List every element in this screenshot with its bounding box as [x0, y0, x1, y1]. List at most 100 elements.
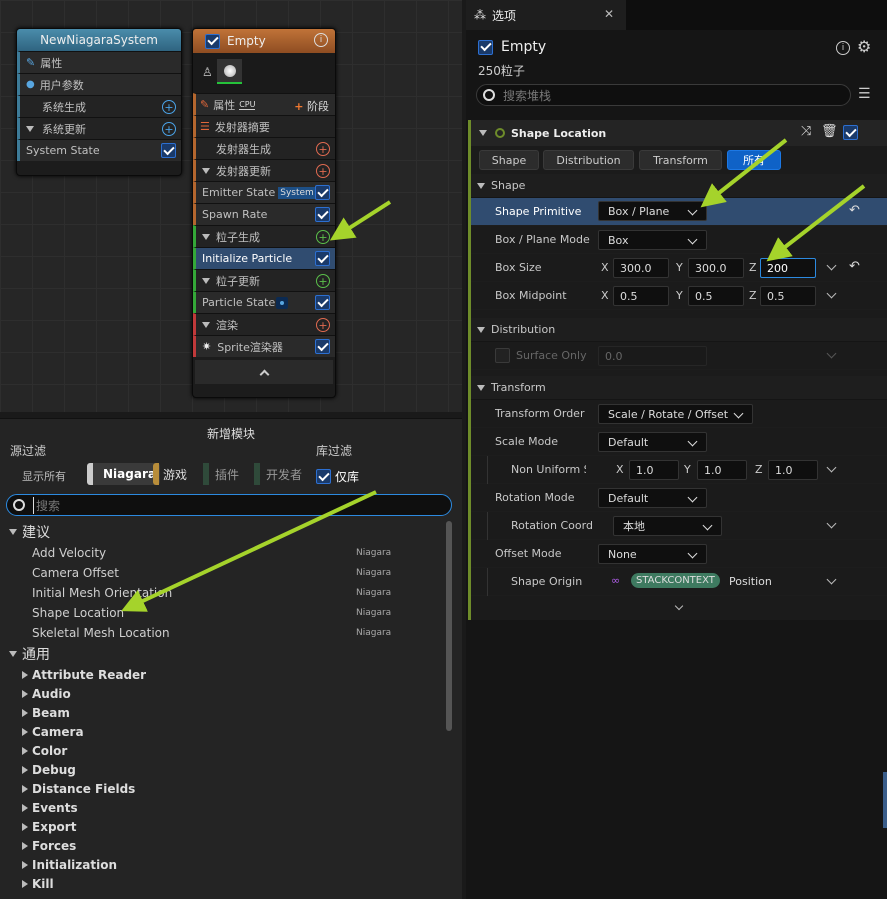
box-plane-mode-dropdown[interactable]: Box — [598, 230, 707, 250]
suggested-module-item[interactable]: Add Velocity Niagara — [6, 543, 452, 563]
chevron-down-icon[interactable] — [826, 288, 837, 299]
emitter-update-row[interactable]: 发射器更新 + — [193, 159, 335, 181]
filter-plugin[interactable]: 插件 — [203, 463, 243, 485]
transform-order-dropdown[interactable]: Scale / Rotate / Offset — [598, 404, 753, 424]
panel-scrollbar[interactable] — [883, 772, 887, 828]
reset-icon[interactable]: ↶ — [849, 259, 860, 274]
add-renderer-icon[interactable]: + — [316, 318, 330, 332]
shuffle-icon[interactable]: ⤨ — [801, 124, 811, 139]
non-uniform-z-field[interactable]: 1.0 — [768, 460, 818, 480]
box-midpoint-row[interactable]: Box Midpoint X 0.5 Y 0.5 Z 0.5 — [471, 282, 887, 310]
rotation-mode-row[interactable]: Rotation Mode Default — [471, 484, 887, 512]
chevron-down-icon[interactable] — [826, 260, 837, 271]
reset-icon[interactable]: ↶ — [849, 203, 860, 218]
collapse-icon[interactable] — [26, 125, 34, 132]
collapse-icon[interactable] — [202, 321, 210, 328]
emitter-state-row[interactable]: Emitter State System — [193, 181, 335, 203]
transform-section[interactable]: Transform — [471, 376, 887, 400]
spawn-rate-checkbox[interactable] — [315, 207, 330, 222]
system-spawn-row[interactable]: 系统生成 + — [17, 95, 181, 117]
expand-more-button[interactable] — [471, 596, 887, 616]
render-row[interactable]: 渲染 + — [193, 313, 335, 335]
module-list-scrollbar[interactable] — [446, 521, 452, 731]
category-item[interactable]: Events — [6, 798, 452, 817]
add-particle-update-icon[interactable]: + — [316, 274, 330, 288]
category-item[interactable]: Forces — [6, 836, 452, 855]
add-emitter-spawn-icon[interactable]: + — [316, 142, 330, 156]
box-midpoint-y-field[interactable]: 0.5 — [688, 286, 744, 306]
suggested-module-item[interactable]: Shape Location Niagara — [6, 603, 452, 623]
filter-icon[interactable]: ☰ — [858, 86, 871, 102]
category-item[interactable]: Audio — [6, 684, 452, 703]
suggested-module-item[interactable]: Camera Offset Niagara — [6, 563, 452, 583]
chevron-down-icon[interactable] — [826, 518, 837, 529]
module-search-input[interactable]: 搜索 — [33, 496, 60, 514]
box-plane-mode-row[interactable]: Box / Plane Mode Box — [471, 226, 887, 254]
collapse-icon[interactable] — [202, 233, 210, 240]
system-update-row[interactable]: 系统更新 + — [17, 117, 181, 139]
emitter-state-checkbox[interactable] — [315, 185, 330, 200]
emitter-thumbnail[interactable] — [217, 59, 242, 84]
filter-niagara[interactable]: Niagara — [87, 463, 160, 485]
tab-distribution[interactable]: Distribution — [543, 150, 634, 170]
distribution-section[interactable]: Distribution — [471, 318, 887, 342]
filter-show-all[interactable]: 显示所有 — [22, 468, 66, 484]
only-library-toggle[interactable]: 仅库 — [316, 468, 359, 485]
only-library-checkbox[interactable] — [316, 469, 331, 484]
box-size-row[interactable]: Box Size X 300.0 Y 300.0 Z 200 ↶ — [471, 254, 887, 282]
category-item[interactable]: Initialization — [6, 855, 452, 874]
system-state-checkbox[interactable] — [161, 143, 176, 158]
add-system-spawn-icon[interactable]: + — [162, 100, 176, 114]
emitter-enable-checkbox[interactable] — [205, 33, 220, 49]
suggested-module-item[interactable]: Initial Mesh Orientation Niagara — [6, 583, 452, 603]
non-uniform-scale-row[interactable]: Non Uniform S X 1.0 Y 1.0 Z 1.0 — [471, 456, 887, 484]
category-item[interactable]: Kill — [6, 874, 452, 893]
offset-mode-row[interactable]: Offset Mode None — [471, 540, 887, 568]
offset-mode-dropdown[interactable]: None — [598, 544, 707, 564]
tab-options[interactable]: ⁂ 选项 ✕ — [466, 0, 626, 30]
category-item[interactable]: Beam — [6, 703, 452, 722]
module-enabled-checkbox[interactable] — [843, 125, 858, 140]
shape-primitive-row[interactable]: Shape Primitive Box / Plane ↶ — [471, 198, 887, 226]
collapse-icon[interactable] — [202, 167, 210, 174]
box-midpoint-z-field[interactable]: 0.5 — [760, 286, 816, 306]
stack-search-box[interactable]: 搜索堆栈 — [476, 84, 851, 106]
shape-section[interactable]: Shape — [471, 174, 887, 198]
particle-update-row[interactable]: 粒子更新 + — [193, 269, 335, 291]
box-size-x-field[interactable]: 300.0 — [613, 258, 669, 278]
collapse-icon[interactable] — [479, 130, 487, 136]
suggested-header[interactable]: 建议 — [6, 521, 452, 543]
emitter-spawn-row[interactable]: 发射器生成 + — [193, 137, 335, 159]
rotation-mode-dropdown[interactable]: Default — [598, 488, 707, 508]
emitter-summary-row[interactable]: ☰ 发射器摘要 — [193, 115, 335, 137]
add-stage-button[interactable]: + 阶段 — [294, 98, 329, 114]
non-uniform-x-field[interactable]: 1.0 — [629, 460, 679, 480]
initialize-particle-row[interactable]: Initialize Particle — [193, 247, 335, 269]
module-search-box[interactable]: 搜索 — [6, 494, 452, 516]
emitter-properties-row[interactable]: ✎ 属性 CPU + 阶段 — [193, 93, 335, 115]
add-emitter-update-icon[interactable]: + — [316, 164, 330, 178]
box-size-y-field[interactable]: 300.0 — [688, 258, 744, 278]
close-tab-icon[interactable]: ✕ — [604, 7, 614, 21]
chevron-down-icon[interactable] — [826, 574, 837, 585]
system-properties-row[interactable]: ✎ 属性 — [17, 51, 181, 73]
filter-developer[interactable]: 开发者 — [254, 463, 306, 485]
sprite-renderer-row[interactable]: ✷ Sprite渲染器 — [193, 335, 335, 357]
scale-mode-dropdown[interactable]: Default — [598, 432, 707, 452]
info-icon[interactable]: i — [314, 33, 328, 47]
sprite-renderer-checkbox[interactable] — [315, 339, 330, 354]
surface-only-checkbox[interactable] — [495, 348, 510, 363]
category-item[interactable]: Distance Fields — [6, 779, 452, 798]
category-item[interactable]: Color — [6, 741, 452, 760]
particle-spawn-row[interactable]: 粒子生成 + — [193, 225, 335, 247]
category-item[interactable]: Camera — [6, 722, 452, 741]
filter-game[interactable]: 游戏 — [153, 463, 191, 485]
rotation-coord-row[interactable]: Rotation Coord 本地 — [471, 512, 887, 540]
spawn-rate-row[interactable]: Spawn Rate — [193, 203, 335, 225]
initialize-particle-checkbox[interactable] — [315, 251, 330, 266]
add-particle-spawn-icon[interactable]: + — [316, 230, 330, 244]
general-header[interactable]: 通用 — [6, 643, 452, 665]
category-item[interactable]: Attribute Reader — [6, 665, 452, 684]
stack-search-input[interactable]: 搜索堆栈 — [503, 87, 551, 104]
category-item[interactable]: Export — [6, 817, 452, 836]
